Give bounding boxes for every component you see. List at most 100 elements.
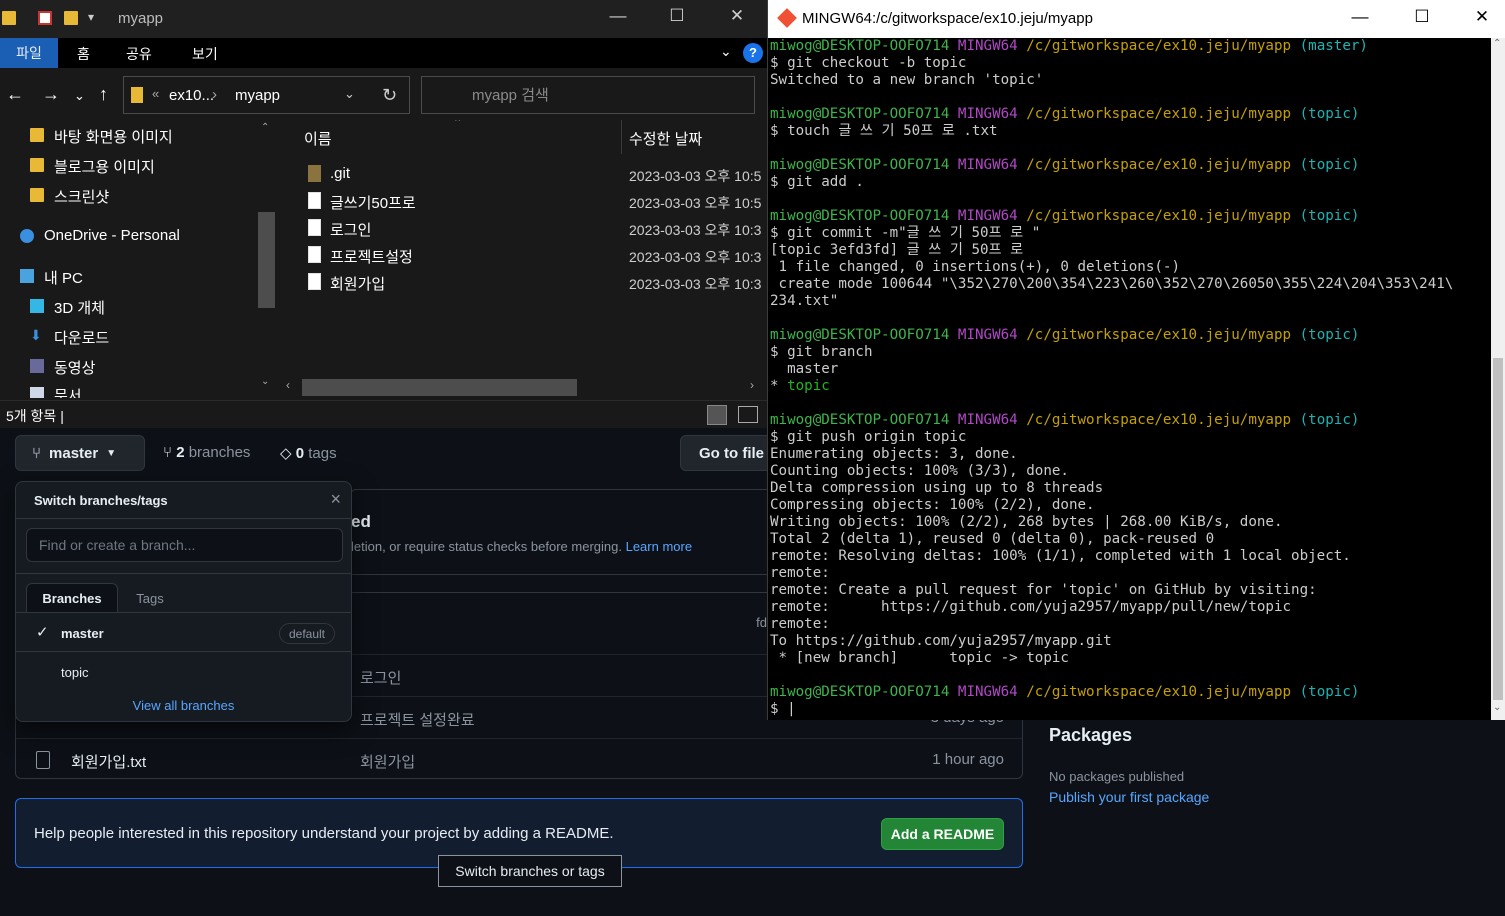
branch-item-label: topic xyxy=(61,665,89,680)
column-divider[interactable] xyxy=(621,120,622,154)
terminal-line: $ git push origin topic xyxy=(770,429,967,445)
breadcrumb-parent[interactable]: ex10... xyxy=(169,87,214,104)
nav-item-label: 동영상 xyxy=(54,360,96,377)
search-input[interactable] xyxy=(421,76,755,114)
nav-item-onedrive[interactable]: OneDrive - Personal xyxy=(20,227,180,244)
branch-select-button[interactable]: ⑂ master ▼ xyxy=(15,435,145,471)
nav-item-videos[interactable]: 동영상 xyxy=(30,357,96,378)
prompt-path: /c/gitworkspace/ex10.jeju/myapp xyxy=(1026,327,1292,343)
back-arrow-icon[interactable]: ← xyxy=(6,84,24,105)
prompt-path: /c/gitworkspace/ex10.jeju/myapp xyxy=(1026,157,1292,173)
file-date: 2023-03-03 오후 10:3 xyxy=(629,249,762,265)
properties-icon[interactable] xyxy=(38,11,52,25)
nav-item-desktop-images[interactable]: 바탕 화면용 이미지 xyxy=(30,126,173,147)
large-icons-view-icon[interactable] xyxy=(738,406,758,423)
terminal-line: remote: Create a pull request for 'topic… xyxy=(770,582,1317,598)
recent-locations-icon[interactable]: ⌄ xyxy=(74,88,85,104)
prompt-user: miwog@DESKTOP-OOFO714 xyxy=(770,327,950,343)
terminal-prompt-line: miwog@DESKTOP-OOFO714 MINGW64 /c/gitwork… xyxy=(770,412,1492,429)
list-item[interactable]: 회원가입 2023-03-03 오후 10:3 xyxy=(280,270,767,296)
minimize-icon[interactable]: — xyxy=(603,6,633,26)
terminal-line: Counting objects: 100% (3/3), done. xyxy=(770,463,1069,479)
terminal-line: $ git branch xyxy=(770,344,873,360)
list-item[interactable]: 프로젝트설정 2023-03-03 오후 10:3 xyxy=(280,243,767,269)
prompt-env: MINGW64 xyxy=(957,412,1018,428)
quick-access-dropdown-icon[interactable]: ▾ xyxy=(88,10,94,24)
protection-text: letion, or require status checks before … xyxy=(351,539,622,554)
close-icon[interactable]: ✕ xyxy=(1467,7,1497,27)
prompt-path: /c/gitworkspace/ex10.jeju/myapp xyxy=(1026,208,1292,224)
ribbon-expand-icon[interactable]: ⌄ xyxy=(720,43,732,60)
file-name[interactable]: 회원가입.txt xyxy=(71,751,146,772)
scroll-up-icon[interactable]: ⌃ xyxy=(1493,38,1501,49)
terminal-output[interactable]: miwog@DESKTOP-OOFO714 MINGW64 /c/gitwork… xyxy=(770,38,1492,718)
list-item[interactable]: .git 2023-03-03 오후 10:5 xyxy=(280,162,767,188)
scroll-left-icon[interactable]: ‹ xyxy=(286,378,290,392)
tab-tags[interactable]: Tags xyxy=(120,583,180,613)
refresh-icon[interactable]: ↻ xyxy=(382,85,397,106)
view-all-branches-link[interactable]: View all branches xyxy=(16,698,351,713)
learn-more-link[interactable]: Learn more xyxy=(626,539,692,554)
new-folder-icon[interactable] xyxy=(64,11,78,25)
help-icon[interactable]: ? xyxy=(743,43,763,63)
prompt-user: miwog@DESKTOP-OOFO714 xyxy=(770,208,950,224)
scroll-down-icon[interactable]: ⌄ xyxy=(261,376,269,387)
branches-link[interactable]: ⑂ 2 branches xyxy=(163,444,250,461)
column-header-modified[interactable]: 수정한 날짜 xyxy=(629,128,702,149)
address-bar[interactable]: « ex10... › myapp ⌄ ↻ xyxy=(123,76,410,114)
cube-icon xyxy=(30,299,44,313)
file-date: 2023-03-03 오후 10:5 xyxy=(629,195,762,211)
nav-item-blog-images[interactable]: 블로그용 이미지 xyxy=(30,156,155,177)
commit-message[interactable]: 로그인 xyxy=(360,667,401,688)
nav-item-3d-objects[interactable]: 3D 개체 xyxy=(30,297,105,318)
minimize-icon[interactable]: — xyxy=(1345,7,1375,27)
nav-item-screenshots[interactable]: 스크린샷 xyxy=(30,186,109,207)
list-item[interactable]: 글쓰기50프로 2023-03-03 오후 10:5 xyxy=(280,189,767,215)
scroll-up-icon[interactable]: ⌃ xyxy=(261,122,269,133)
terminal-prompt-line: miwog@DESKTOP-OOFO714 MINGW64 /c/gitwork… xyxy=(770,38,1492,55)
table-row[interactable]: 회원가입.txt 회원가입 1 hour ago xyxy=(16,738,1022,780)
publish-package-link[interactable]: Publish your first package xyxy=(1049,789,1209,805)
commit-message[interactable]: 프로젝트 설정완료 xyxy=(360,709,475,730)
details-view-icon[interactable] xyxy=(707,405,727,425)
commit-message[interactable]: 회원가입 xyxy=(360,751,415,772)
forward-arrow-icon[interactable]: → xyxy=(42,84,60,105)
close-icon[interactable]: ✕ xyxy=(722,6,752,26)
chevrons-icon: « xyxy=(152,86,160,101)
nav-scrollbar-thumb[interactable] xyxy=(258,212,275,308)
prompt-branch: (topic) xyxy=(1299,106,1360,122)
tab-file[interactable]: 파일 xyxy=(0,38,58,68)
close-icon[interactable]: × xyxy=(330,489,341,510)
nav-item-this-pc[interactable]: 내 PC xyxy=(20,267,83,288)
breadcrumb-current[interactable]: myapp xyxy=(235,87,280,104)
nav-item-downloads[interactable]: ⬇ 다운로드 xyxy=(30,327,109,348)
chevron-down-icon[interactable]: ⌄ xyxy=(344,86,355,102)
branch-filter-input[interactable] xyxy=(26,528,343,562)
terminal-current-branch-line: * topic xyxy=(770,378,1492,395)
nav-item-documents[interactable]: 문서 xyxy=(30,385,82,398)
scroll-down-icon[interactable]: ⌄ xyxy=(1493,702,1501,713)
horizontal-scrollbar-thumb[interactable] xyxy=(302,379,577,396)
text-file-icon xyxy=(308,246,321,263)
up-arrow-icon[interactable]: ↑ xyxy=(99,84,108,105)
add-readme-button[interactable]: Add a README xyxy=(881,818,1004,850)
terminal-scrollbar-thumb[interactable] xyxy=(1493,358,1503,700)
maximize-icon[interactable]: ☐ xyxy=(1407,7,1437,27)
tags-link[interactable]: ◇ 0 tags xyxy=(280,444,337,462)
scroll-right-icon[interactable]: › xyxy=(750,378,754,392)
maximize-icon[interactable]: ☐ xyxy=(662,6,692,26)
current-branch-name: topic xyxy=(787,378,830,394)
tab-share[interactable]: 공유 xyxy=(126,44,152,64)
tab-home[interactable]: 홈 xyxy=(77,44,90,64)
branch-item-master[interactable]: ✓ master default xyxy=(16,614,351,652)
tab-branches[interactable]: Branches xyxy=(26,583,118,613)
prompt-path: /c/gitworkspace/ex10.jeju/myapp xyxy=(1026,412,1292,428)
text-file-icon xyxy=(308,192,321,209)
list-item[interactable]: 로그인 2023-03-03 오후 10:3 xyxy=(280,216,767,242)
tab-view[interactable]: 보기 xyxy=(192,44,218,64)
column-header-name[interactable]: 이름 xyxy=(304,128,332,149)
branch-item-topic[interactable]: topic xyxy=(16,653,351,691)
